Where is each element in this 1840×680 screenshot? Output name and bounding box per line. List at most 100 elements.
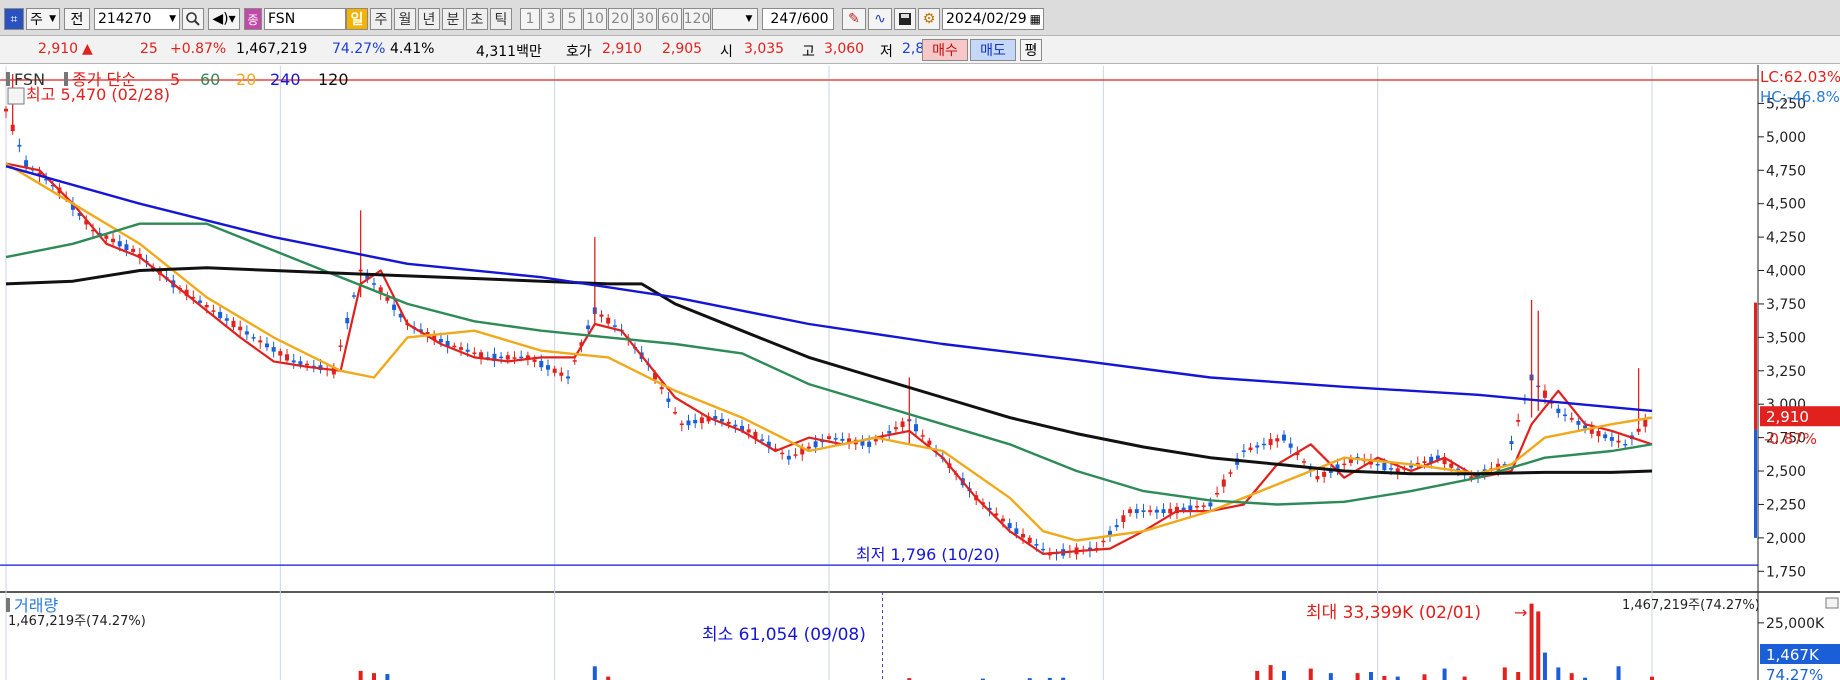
price-volume-chart: 1,7502,0002,2502,5002,7503,0003,2503,500… [0,65,1840,680]
volume-right-label: 1,467,219주(74.27%) [1622,598,1760,613]
volume-bar [372,673,377,680]
candle-body [4,108,8,112]
candle-body [1422,461,1427,464]
candle-body [351,295,356,297]
candle-body [1248,447,1253,451]
volume-bar [1368,672,1373,680]
volume-bar [358,670,363,680]
candle-body [693,419,698,424]
candle-body [566,376,571,379]
price-tick-label: 3,250 [1766,364,1806,380]
lc-label: LC:62.03% [1760,68,1840,86]
candle-body [1563,414,1568,417]
candle-body [780,452,785,455]
candle-body [913,424,918,432]
candle-body [458,347,463,350]
volume-bar [1442,668,1447,680]
candle-body [1101,540,1106,543]
candle-body [111,238,116,243]
candle-body [545,365,550,370]
volume-bar [1516,672,1521,680]
candle-body [1141,510,1146,512]
candle-body [505,355,510,360]
candle-body [218,311,223,319]
price-tick-label: 4,250 [1766,230,1806,246]
candle-body [733,424,738,427]
candle-body [1596,431,1601,437]
candle-body [124,244,129,251]
candle-body [1148,510,1153,513]
volume-bar [1569,673,1574,680]
candle-body [1114,525,1119,528]
volume-bar [1462,676,1467,680]
price-tick-label: 1,750 [1766,564,1806,580]
candle-body [673,412,678,414]
candle-body [519,356,524,359]
candle-body [586,325,591,330]
candle-body [131,248,136,253]
candle-body [1636,428,1641,432]
candle-body [1275,438,1280,442]
chart-background [0,65,1840,680]
candle-body [666,398,671,402]
candle-body [1268,439,1273,446]
candle-body [465,349,470,352]
candle-body [298,361,303,365]
volume-badge: 1,467K [1766,646,1820,664]
candle-body [24,160,29,167]
arrow-right-icon: → [1514,603,1527,622]
candle-body [612,325,617,327]
candle-body [699,417,704,424]
candle-body [1154,509,1159,513]
day-range-bar [1754,429,1757,538]
volume-bar [1422,674,1427,680]
candle-body [1281,434,1286,441]
volume-bar [1556,667,1561,680]
volume-bar [1536,611,1541,680]
candle-body [1342,463,1347,466]
volume-bar [1542,652,1547,680]
candle-body [1201,505,1206,507]
candle-body [1021,533,1026,538]
price-tick-label: 3,750 [1766,297,1806,313]
candle-body [1007,523,1012,529]
pane-handle-icon [6,72,10,86]
candle-body [204,304,209,308]
candle-body [251,337,256,339]
candle-body [1509,441,1514,445]
candle-body [452,345,457,348]
volume-pct-badge: 74.27% [1766,666,1823,680]
candle-body [873,439,878,442]
candle-body [278,351,283,356]
pct-badge: -0.87% [1764,430,1817,448]
volume-bar [592,666,597,680]
candle-body [1569,418,1574,420]
candle-body [920,435,925,437]
price-tick-label: 2,250 [1766,497,1806,513]
candle-body [1442,459,1447,465]
candle-body [1034,544,1039,546]
candle-body [686,420,691,426]
volume-bar [1650,676,1654,680]
price-tick-label: 4,750 [1766,163,1806,179]
volume-bar [1502,667,1507,680]
candle-body [244,331,249,335]
candle-body [17,144,22,147]
candle-body [893,427,898,430]
volume-bar [1268,665,1273,680]
candle-body [1382,462,1387,471]
candle-body [285,354,290,361]
volume-bar [1382,675,1387,680]
candle-body [1302,461,1307,463]
candle-body [211,310,216,312]
candle-body [1542,390,1547,398]
low-annotation: 최저 1,796 (10/20) [856,545,1000,564]
candle-body [224,318,229,321]
legend-entry: 20 [236,70,256,89]
candle-body [1623,443,1628,446]
legend-entry: 240 [270,70,301,89]
candle-body [1215,492,1220,495]
candle-body [1161,509,1166,514]
candle-body [559,372,564,376]
candle-body [1375,463,1380,466]
